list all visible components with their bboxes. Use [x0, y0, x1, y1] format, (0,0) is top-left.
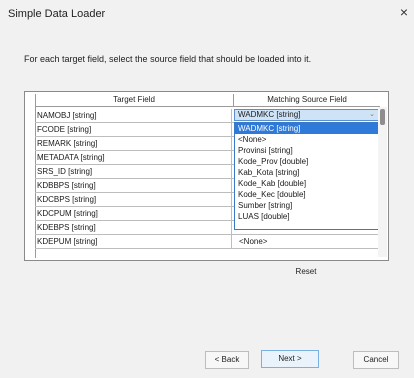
dropdown-option[interactable]: <None> — [235, 134, 379, 145]
target-field-header: Target Field — [35, 94, 234, 107]
target-field-cell: KDBBPS [string] — [35, 179, 232, 192]
cancel-button[interactable]: Cancel — [353, 351, 399, 369]
target-field-cell: KDCPUM [string] — [35, 207, 232, 220]
target-field-cell: REMARK [string] — [35, 137, 232, 150]
dropdown-option[interactable]: WADMKC [string] — [235, 123, 379, 134]
dropdown-option[interactable]: Kab_Kota [string] — [235, 167, 379, 178]
dropdown-option[interactable]: Kode_Prov [double] — [235, 156, 379, 167]
target-field-cell: NAMOBJ [string] — [35, 109, 232, 122]
field-mapping-grid: Target Field Matching Source Field NAMOB… — [24, 91, 389, 261]
target-field-cell: KDCBPS [string] — [35, 193, 232, 206]
matching-source-field-header: Matching Source Field — [234, 94, 380, 107]
target-field-cell: KDEBPS [string] — [35, 221, 232, 234]
table-row[interactable]: KDEPUM [string] <None> — [35, 235, 380, 249]
dropdown-option[interactable]: LUAS [double] — [235, 211, 379, 222]
target-field-cell: KDEPUM [string] — [35, 235, 232, 248]
dropdown-option[interactable]: Kode_Kec [double] — [235, 189, 379, 200]
next-button[interactable]: Next > — [261, 350, 319, 368]
target-field-cell: FCODE [string] — [35, 123, 232, 136]
back-button[interactable]: < Back — [205, 351, 249, 369]
source-field-cell[interactable]: <None> — [235, 235, 379, 248]
instruction-text: For each target field, select the source… — [24, 54, 312, 64]
window-title: Simple Data Loader — [8, 8, 106, 20]
combobox-value: WADMKC [string] — [238, 110, 301, 119]
reset-button[interactable]: Reset — [286, 263, 326, 281]
source-field-combobox[interactable]: WADMKC [string] ⌄ — [234, 109, 379, 121]
source-field-dropdown-list: WADMKC [string] <None> Provinsi [string] Ko… — [234, 122, 380, 230]
chevron-down-icon[interactable]: ⌄ — [369, 110, 375, 120]
dropdown-option[interactable]: Kode_Kab [double] — [235, 178, 379, 189]
target-field-cell: METADATA [string] — [35, 151, 232, 164]
target-field-cell: SRS_ID [string] — [35, 165, 232, 178]
scrollbar-thumb[interactable] — [380, 109, 385, 125]
vertical-scrollbar[interactable] — [378, 107, 387, 257]
dropdown-option[interactable]: Provinsi [string] — [235, 145, 379, 156]
dropdown-option[interactable]: Sumber [string] — [235, 200, 379, 211]
close-icon[interactable]: × — [400, 5, 408, 19]
